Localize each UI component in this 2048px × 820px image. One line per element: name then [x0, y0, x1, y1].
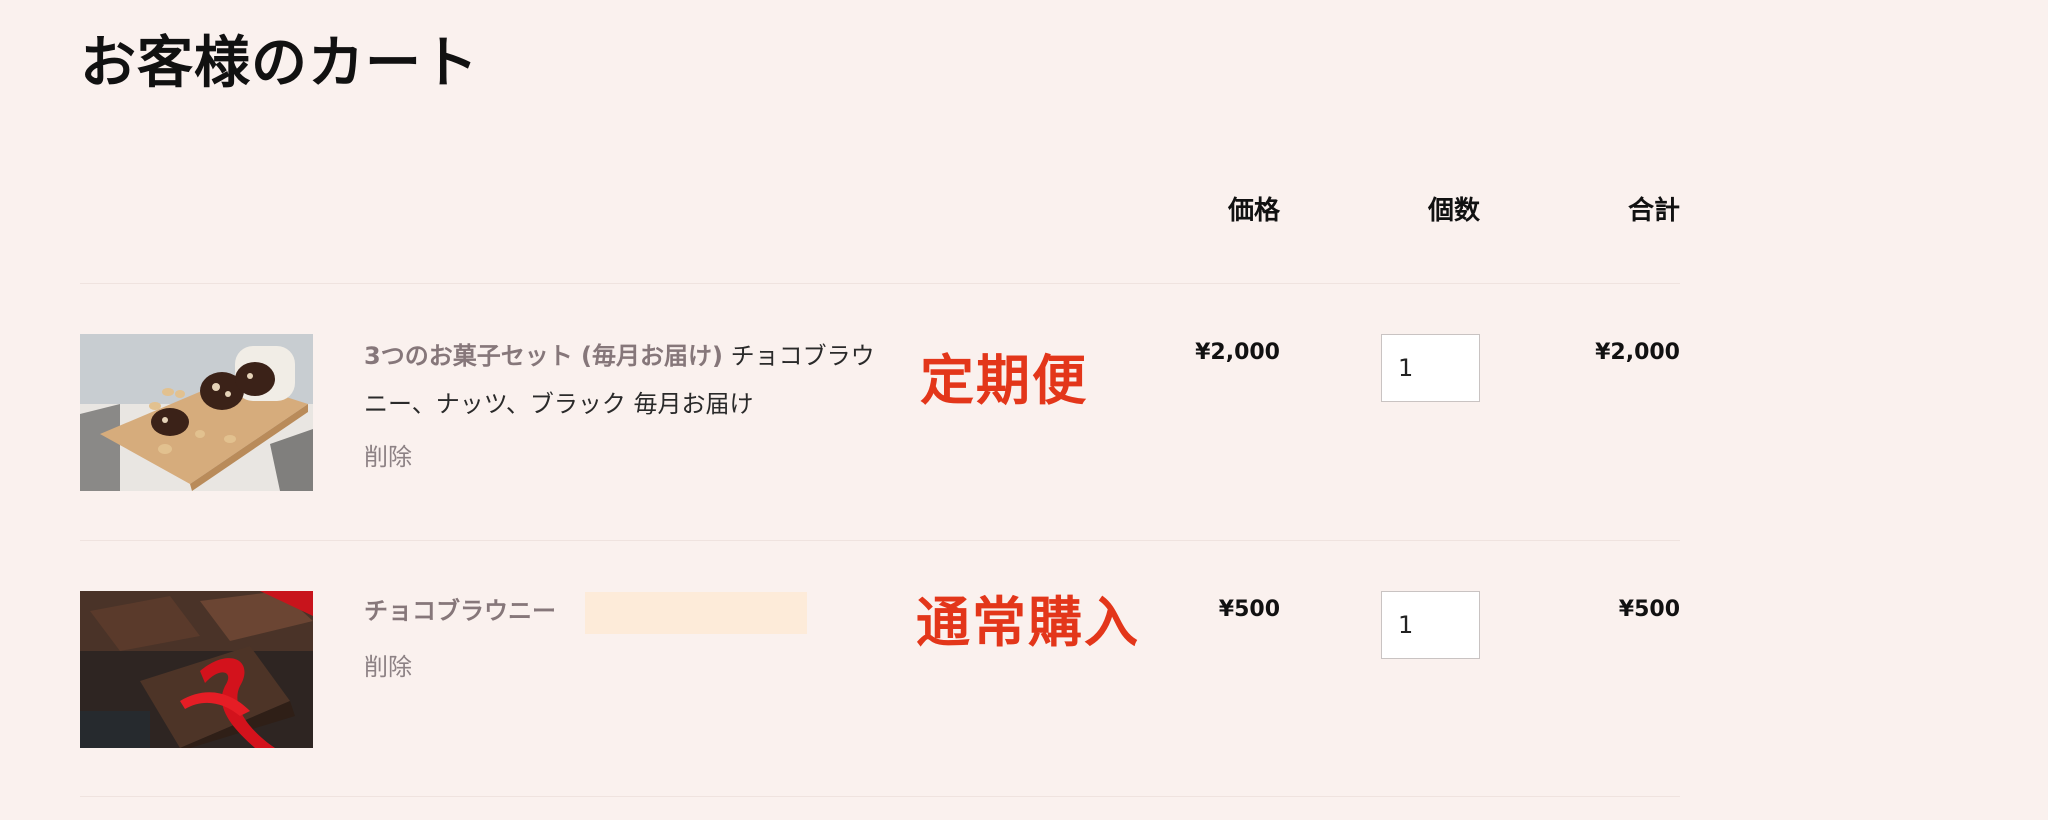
row-divider — [80, 540, 1680, 541]
page-title: お客様のカート — [80, 31, 479, 96]
product-name-link[interactable]: 3つのお菓子セット (毎月お届け) — [364, 342, 723, 370]
quantity-input[interactable] — [1381, 334, 1480, 402]
brownie-slices-image — [80, 334, 313, 491]
product-name-link[interactable]: チョコブラウニー — [364, 597, 556, 625]
quantity-input[interactable] — [1381, 591, 1480, 659]
item-total: ¥2,000 — [1595, 340, 1680, 365]
item-price: ¥2,000 — [1195, 340, 1280, 365]
header-divider — [80, 283, 1680, 284]
remove-link[interactable]: 削除 — [364, 647, 412, 682]
subscription-annotation: 定期便 — [920, 349, 1088, 412]
item-price: ¥500 — [1218, 597, 1280, 622]
remove-link[interactable]: 削除 — [364, 437, 412, 472]
product-image-link[interactable] — [80, 591, 313, 748]
brownie-ribbon-image — [80, 591, 313, 748]
highlight-box — [585, 592, 807, 634]
item-total: ¥500 — [1618, 597, 1680, 622]
product-description: 3つのお菓子セット (毎月お届け) チョコブラウニー、ナッツ、ブラック 毎月お届… — [364, 332, 884, 428]
quantity-column-header: 個数 — [1427, 196, 1480, 226]
total-column-header: 合計 — [1627, 196, 1680, 226]
product-image-link[interactable] — [80, 334, 313, 491]
row-divider — [80, 796, 1680, 797]
price-column-header: 価格 — [1227, 196, 1280, 226]
